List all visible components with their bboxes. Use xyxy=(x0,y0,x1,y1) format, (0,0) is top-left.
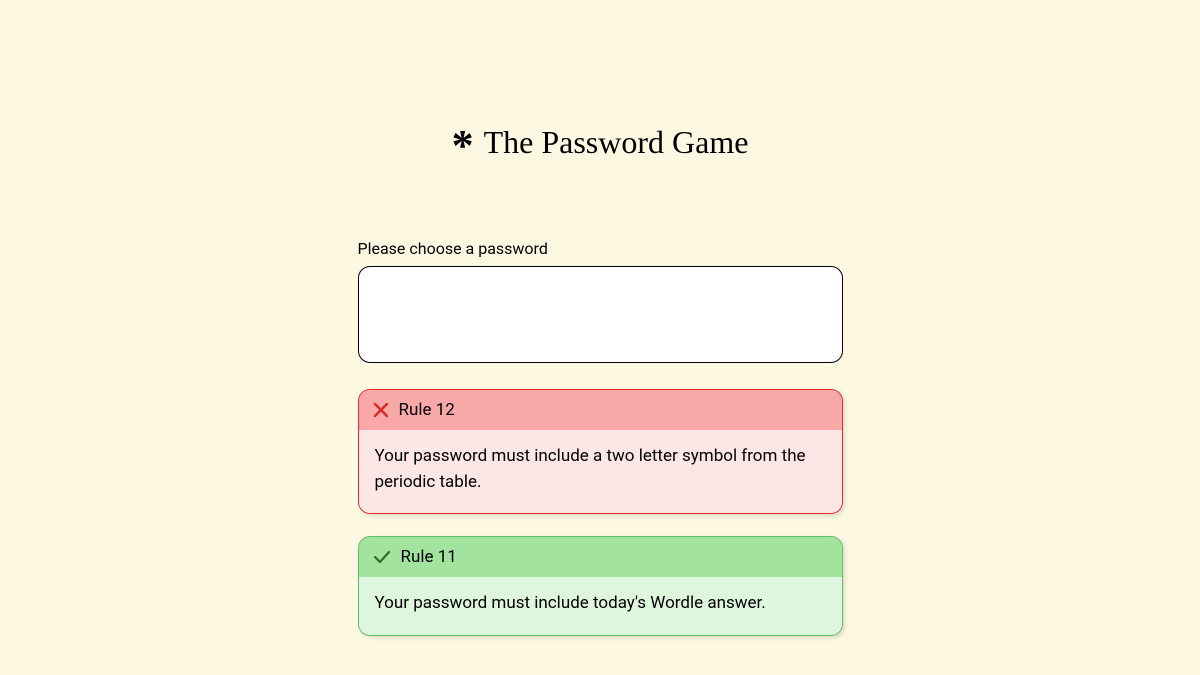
asterisk-icon: * xyxy=(452,124,474,168)
check-icon xyxy=(373,549,391,565)
rule-label: Rule 12 xyxy=(399,400,455,420)
x-icon xyxy=(373,402,389,418)
page-title-row: * The Password Game xyxy=(358,120,843,164)
password-prompt: Please choose a password xyxy=(358,239,843,258)
rule-header: Rule 11 xyxy=(359,537,842,577)
rule-card-pass: Rule 11 Your password must include today… xyxy=(358,536,843,636)
page-title: The Password Game xyxy=(484,124,749,161)
rule-text: Your password must include a two letter … xyxy=(359,430,842,513)
password-input[interactable] xyxy=(358,266,843,363)
rule-header: Rule 12 xyxy=(359,390,842,430)
rule-card-fail: Rule 12 Your password must include a two… xyxy=(358,389,843,514)
rule-text: Your password must include today's Wordl… xyxy=(359,577,842,635)
rule-label: Rule 11 xyxy=(401,547,457,567)
